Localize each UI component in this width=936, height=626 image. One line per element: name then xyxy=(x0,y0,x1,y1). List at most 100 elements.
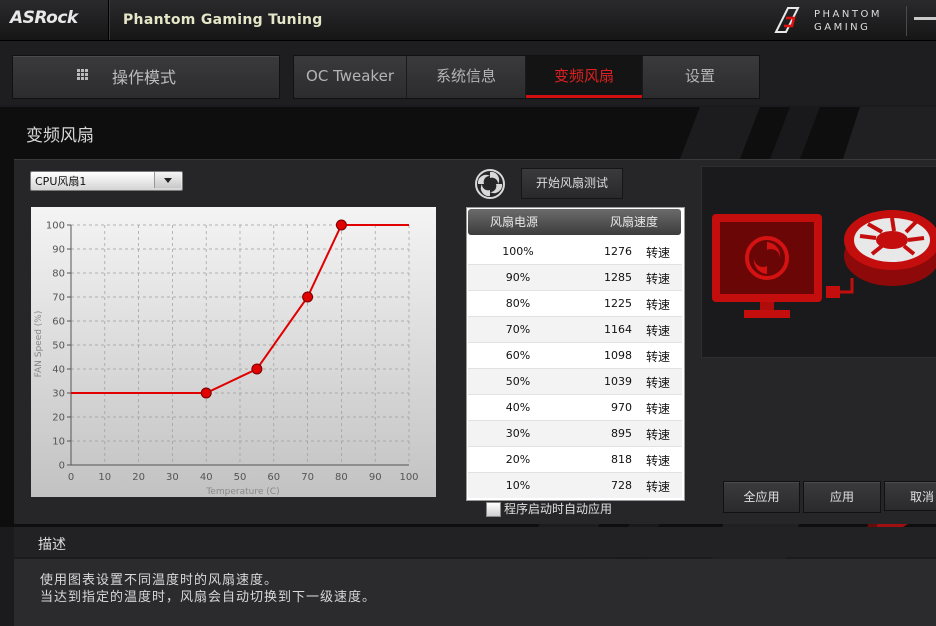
apply-all-button[interactable]: 全应用 xyxy=(723,481,800,513)
row-power: 90% xyxy=(505,271,531,284)
tab-fan-tuning[interactable]: 变频风扇 xyxy=(526,56,643,98)
x-tick-label: 10 xyxy=(98,472,111,483)
table-row: 60% 1098 转速 xyxy=(468,343,682,369)
asrock-logo: ASRock xyxy=(10,8,78,28)
column-header-fan-speed: 风扇速度 xyxy=(610,215,659,229)
row-rpm: 1164 xyxy=(604,323,632,336)
row-unit: 转速 xyxy=(646,402,671,416)
chevron-down-icon[interactable] xyxy=(154,172,181,188)
y-tick-label: 40 xyxy=(52,365,65,376)
row-power: 20% xyxy=(505,453,531,466)
y-tick-label: 100 xyxy=(46,221,65,232)
x-tick-label: 50 xyxy=(234,472,247,483)
tab-bar: OC Tweaker 系统信息 变频风扇 设置 xyxy=(293,55,760,99)
row-power: 80% xyxy=(505,297,531,310)
fan-icon xyxy=(844,210,936,286)
y-tick-label: 20 xyxy=(52,413,65,424)
swirl-logo-icon xyxy=(475,169,505,199)
phantom-gaming-logo-icon xyxy=(774,7,800,33)
row-unit: 转速 xyxy=(646,272,671,286)
row-power: 70% xyxy=(505,323,531,336)
table-row: 40% 970 转速 xyxy=(468,395,682,421)
curve-control-point[interactable] xyxy=(251,363,263,375)
page-title: 变频风扇 xyxy=(26,126,94,146)
row-rpm: 1098 xyxy=(604,349,632,362)
table-row: 10% 728 转速 xyxy=(468,473,682,498)
table-row: 30% 895 转速 xyxy=(468,421,682,447)
table-row: 80% 1225 转速 xyxy=(468,291,682,317)
x-tick-label: 100 xyxy=(399,472,418,483)
row-unit: 转速 xyxy=(646,454,671,468)
row-rpm: 1276 xyxy=(604,245,632,258)
row-rpm: 1039 xyxy=(604,375,632,388)
apply-button[interactable]: 应用 xyxy=(803,481,881,513)
y-tick-label: 10 xyxy=(52,437,65,448)
x-tick-label: 30 xyxy=(166,472,179,483)
row-unit: 转速 xyxy=(646,480,671,494)
curve-control-point[interactable] xyxy=(302,291,314,303)
row-unit: 转速 xyxy=(646,324,671,338)
fan-curve-chart[interactable]: 0 10 20 30 40 50 60 70 80 90 100 0 10 20 30 40 50 60 70 80 9… xyxy=(31,207,436,497)
y-tick-label: 60 xyxy=(52,317,65,328)
chart-y-axis-label: FAN Speed (%) xyxy=(34,311,44,378)
chart-x-axis-label: Temperature (C) xyxy=(205,487,279,497)
start-fan-test-button[interactable]: 开始风扇测试 xyxy=(521,168,623,199)
row-rpm: 818 xyxy=(611,453,632,466)
tab-system-info[interactable]: 系统信息 xyxy=(407,56,526,98)
table-row: 100% 1276 转速 xyxy=(468,239,682,265)
row-power: 10% xyxy=(505,479,531,492)
monitor-icon xyxy=(712,214,854,318)
operation-mode-label: 操作模式 xyxy=(112,68,177,87)
title-divider xyxy=(108,0,109,40)
auto-apply-label: 程序启动时自动应用 xyxy=(504,502,613,516)
row-unit: 转速 xyxy=(646,428,671,442)
x-tick-label: 60 xyxy=(267,472,280,483)
row-unit: 转速 xyxy=(646,376,671,390)
table-row: 70% 1164 转速 xyxy=(468,317,682,343)
table-row: 20% 818 转速 xyxy=(468,447,682,473)
minimize-icon[interactable] xyxy=(914,17,936,20)
row-power: 30% xyxy=(505,427,531,440)
y-tick-label: 30 xyxy=(52,389,65,400)
window-control-divider xyxy=(906,6,907,36)
y-tick-label: 50 xyxy=(52,341,65,352)
row-power: 50% xyxy=(505,375,531,388)
y-tick-label: 70 xyxy=(52,293,65,304)
tab-oc-tweaker[interactable]: OC Tweaker xyxy=(294,56,407,98)
x-tick-label: 70 xyxy=(301,472,314,483)
tab-settings[interactable]: 设置 xyxy=(643,56,757,98)
description-header xyxy=(14,527,936,557)
row-unit: 转速 xyxy=(646,246,671,260)
column-header-fan-power: 风扇电源 xyxy=(490,215,539,229)
grid-menu-icon xyxy=(77,69,89,81)
phantom-text: PHANTOM xyxy=(814,9,882,20)
description-line-2: 当达到指定的温度时，风扇会自动切换到下一级速度。 xyxy=(40,590,377,605)
curve-control-point[interactable] xyxy=(335,219,347,231)
cancel-button[interactable]: 取消 xyxy=(884,481,936,511)
row-rpm: 1285 xyxy=(604,271,632,284)
row-rpm: 728 xyxy=(611,479,632,492)
row-power: 40% xyxy=(505,401,531,414)
row-power: 100% xyxy=(502,245,534,258)
row-power: 60% xyxy=(505,349,531,362)
x-tick-label: 0 xyxy=(68,472,74,483)
curve-control-point[interactable] xyxy=(200,387,212,399)
table-row: 90% 1285 转速 xyxy=(468,265,682,291)
gaming-text: GAMING xyxy=(814,22,871,33)
x-tick-label: 20 xyxy=(132,472,145,483)
y-tick-label: 90 xyxy=(52,245,65,256)
row-rpm: 1225 xyxy=(604,297,632,310)
x-tick-label: 90 xyxy=(369,472,382,483)
auto-apply-checkbox[interactable] xyxy=(486,502,501,517)
pc-fan-illustration xyxy=(712,210,936,318)
y-tick-label: 80 xyxy=(52,269,65,280)
fan-select-value: CPU风扇1 xyxy=(35,175,87,188)
y-tick-label: 0 xyxy=(59,461,65,472)
row-rpm: 970 xyxy=(611,401,632,414)
table-row: 50% 1039 转速 xyxy=(468,369,682,395)
row-unit: 转速 xyxy=(646,298,671,312)
x-tick-label: 80 xyxy=(335,472,348,483)
row-unit: 转速 xyxy=(646,350,671,364)
app-title: Phantom Gaming Tuning xyxy=(123,12,323,28)
x-tick-label: 40 xyxy=(200,472,213,483)
